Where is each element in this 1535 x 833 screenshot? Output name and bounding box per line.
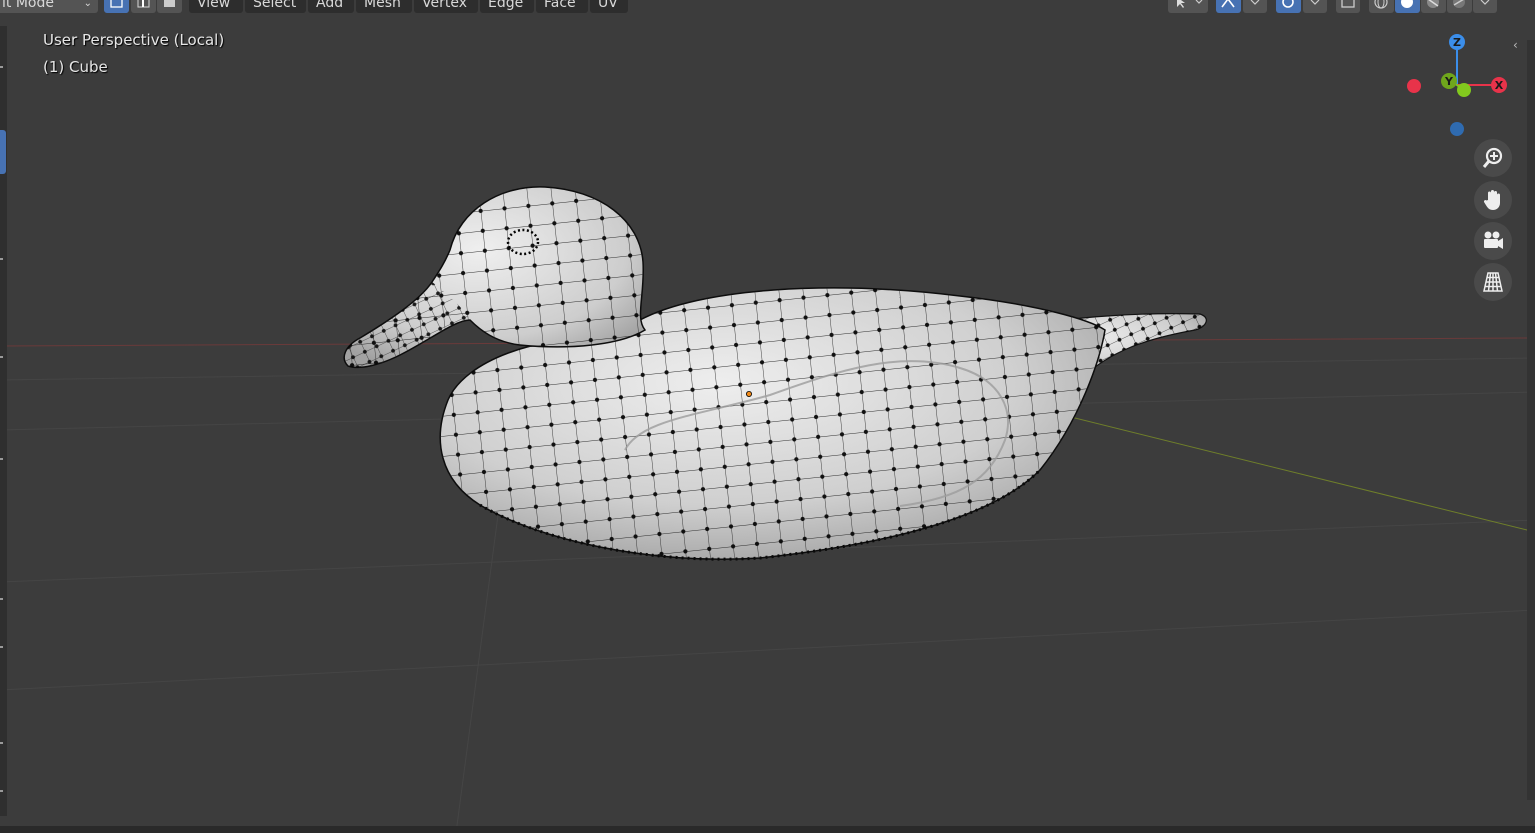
navigation-gizmo[interactable]: Z X Y xyxy=(1400,28,1520,138)
perspective-toggle-button[interactable] xyxy=(1474,263,1512,301)
menu-add[interactable]: Add xyxy=(308,0,354,13)
menu-select[interactable]: Select xyxy=(245,0,306,13)
vertex-mode-icon xyxy=(110,0,123,8)
3d-viewport[interactable]: it Mode ⌄ View Select Add Mesh Vertex Ed… xyxy=(0,0,1535,833)
gizmo-neg-z xyxy=(1450,122,1464,136)
menu-uv[interactable]: UV xyxy=(590,0,628,13)
gizmo-neg-y xyxy=(1457,83,1471,97)
menu-view-label: View xyxy=(197,0,231,11)
mode-selector[interactable]: it Mode ⌄ xyxy=(0,0,98,13)
camera-icon xyxy=(1484,231,1503,249)
solid-sphere-icon xyxy=(1401,0,1413,8)
shading-rendered-button[interactable] xyxy=(1447,0,1472,13)
rendered-sphere-icon xyxy=(1453,0,1465,8)
menu-uv-label: UV xyxy=(598,0,618,11)
sidebar-region-edge[interactable] xyxy=(1527,40,1535,800)
view-perspective-label: User Perspective (Local) xyxy=(43,31,225,49)
cursor-arrow-icon xyxy=(1177,0,1203,8)
face-mode-icon xyxy=(164,0,175,7)
gizmo-x-label: X xyxy=(1495,79,1504,92)
zoom-button[interactable] xyxy=(1474,139,1512,177)
menu-mesh-label: Mesh xyxy=(364,0,401,11)
edge-mode-icon xyxy=(137,0,150,8)
shading-material-button[interactable] xyxy=(1421,0,1446,13)
chevron-down-icon xyxy=(1250,0,1260,5)
duck-mesh xyxy=(343,186,1207,561)
shading-wireframe-button[interactable] xyxy=(1369,0,1394,13)
chevron-left-icon[interactable]: ‹ xyxy=(1513,38,1518,52)
menu-vertex-label: Vertex xyxy=(422,0,468,11)
proportional-edit-icon xyxy=(1282,0,1294,8)
chevron-down-icon xyxy=(1310,0,1320,5)
proportional-options-button[interactable] xyxy=(1303,0,1327,13)
active-tool-indicator[interactable] xyxy=(0,130,6,174)
viewport-header: it Mode ⌄ View Select Add Mesh Vertex Ed… xyxy=(0,0,1535,14)
snap-toggle-button[interactable] xyxy=(1216,0,1241,13)
mode-label: it Mode xyxy=(2,0,54,11)
overlay-toggle-button[interactable] xyxy=(1336,0,1360,13)
shading-options-button[interactable] xyxy=(1473,0,1497,13)
edge-select-mode-button[interactable] xyxy=(131,0,156,13)
menu-view[interactable]: View xyxy=(189,0,243,13)
face-select-mode-button[interactable] xyxy=(157,0,182,13)
vertex-select-mode-button[interactable] xyxy=(104,0,129,13)
wireframe-sphere-icon xyxy=(1374,0,1388,9)
menu-vertex[interactable]: Vertex xyxy=(414,0,478,13)
camera-view-button[interactable] xyxy=(1474,222,1512,260)
pan-button[interactable] xyxy=(1474,181,1512,219)
menu-mesh[interactable]: Mesh xyxy=(356,0,412,13)
menu-face-label: Face xyxy=(544,0,576,11)
viewport-bottom-border xyxy=(0,826,1535,833)
gizmo-y-label: Y xyxy=(1444,75,1454,88)
proportional-edit-button[interactable] xyxy=(1276,0,1301,13)
grid-icon xyxy=(1483,272,1503,292)
menu-face[interactable]: Face xyxy=(536,0,588,13)
material-sphere-icon xyxy=(1427,0,1439,8)
gizmo-neg-x xyxy=(1407,79,1421,93)
hand-icon xyxy=(1483,190,1500,210)
chevron-down-icon: ⌄ xyxy=(83,0,92,9)
chevron-down-icon xyxy=(1480,0,1490,5)
scene-canvas[interactable] xyxy=(0,0,1535,833)
shading-solid-button[interactable] xyxy=(1395,0,1420,13)
gizmo-z-label: Z xyxy=(1453,36,1461,49)
zoom-in-icon xyxy=(1482,147,1503,168)
overlay-icon xyxy=(1341,0,1355,8)
menu-select-label: Select xyxy=(253,0,297,11)
object-origin xyxy=(746,390,753,397)
menu-edge[interactable]: Edge xyxy=(480,0,534,13)
menu-add-label: Add xyxy=(316,0,344,11)
active-object-label: (1) Cube xyxy=(43,58,108,76)
snap-options-button[interactable] xyxy=(1243,0,1267,13)
snap-icon xyxy=(1221,0,1235,8)
transform-pivot-button[interactable] xyxy=(1168,0,1208,13)
menu-edge-label: Edge xyxy=(488,0,524,11)
